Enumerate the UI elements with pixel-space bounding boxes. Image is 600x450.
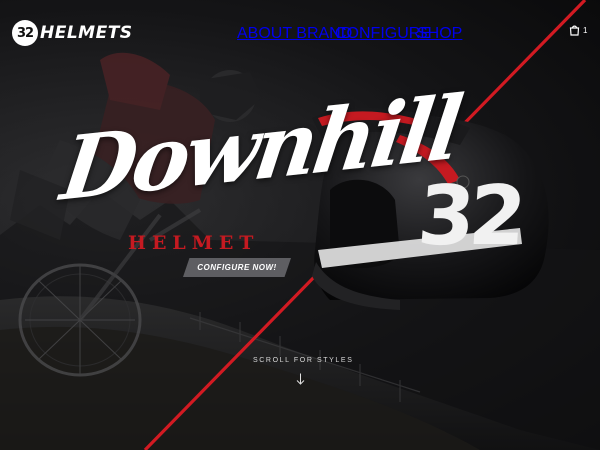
hero-stage: 32 32 HELMETS ABOUT BRAND CONFIGURE SHOP…	[0, 0, 600, 450]
cart-icon	[569, 25, 580, 36]
cart-count: 1	[583, 25, 588, 35]
arrow-down-icon[interactable]	[296, 373, 305, 385]
logo-badge: 32	[12, 20, 38, 46]
hero-subtitle: HELMET	[128, 232, 260, 254]
configure-now-button[interactable]: CONFIGURE NOW!	[183, 258, 291, 277]
cart-button[interactable]: 1	[569, 24, 587, 36]
brand-logo[interactable]: 32 HELMETS	[12, 20, 133, 46]
scroll-for-styles-label[interactable]: SCROLL FOR STYLES	[253, 357, 353, 364]
helmet-number: 32	[414, 169, 524, 264]
nav-shop[interactable]: SHOP	[417, 25, 462, 43]
logo-text: HELMETS	[40, 23, 133, 43]
